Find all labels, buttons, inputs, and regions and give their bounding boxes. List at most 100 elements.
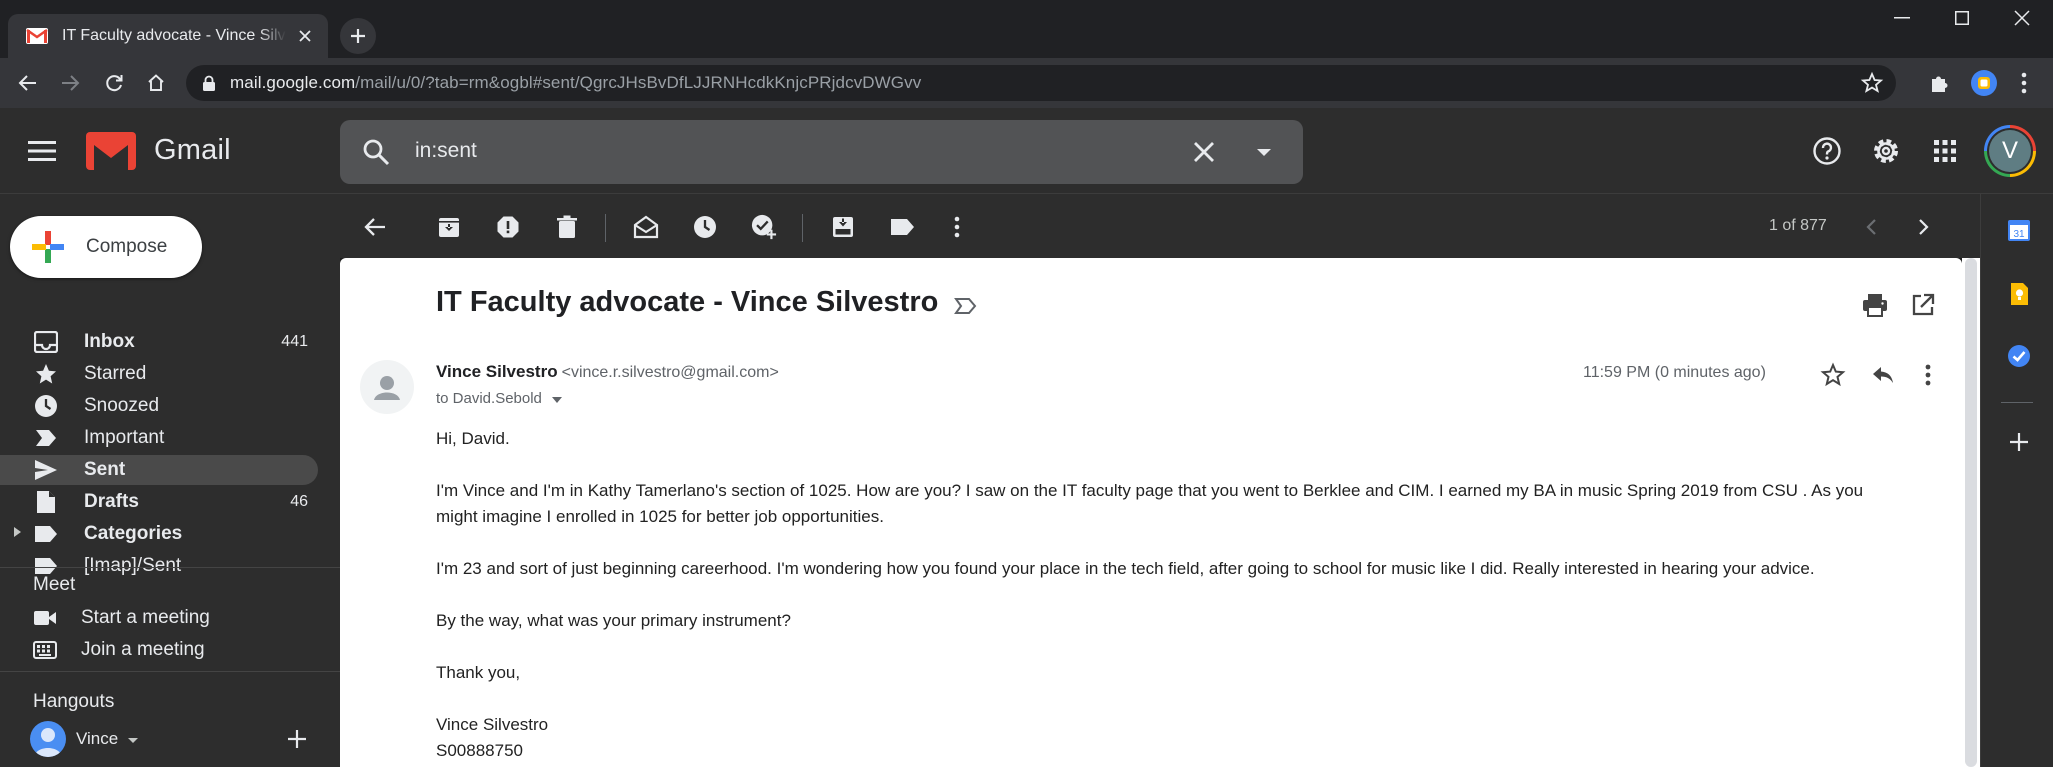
bookmark-star-icon[interactable] [1860,71,1884,95]
join-meeting-link[interactable]: Join a meeting [33,636,205,664]
pager-count: 1 of 877 [1769,217,1827,234]
main-menu-icon[interactable] [28,138,56,164]
sidebar-item-label: Important [84,427,165,448]
sender-name: Vince Silvestro [436,362,558,381]
google-apps-icon[interactable] [1928,134,1962,168]
home-icon[interactable] [140,67,172,99]
new-conversation-plus-icon[interactable] [286,728,308,750]
important-icon [34,426,58,450]
email-paragraph: I'm 23 and sort of just beginning career… [436,559,1815,578]
sidebar-item-important[interactable]: Important [0,423,318,453]
sidebar-item-sent[interactable]: Sent [0,455,318,485]
search-options-icon[interactable] [1250,138,1278,166]
compose-button[interactable]: Compose [10,216,202,278]
reply-icon[interactable] [1870,362,1896,388]
star-icon [34,362,58,386]
open-new-window-icon[interactable] [1910,292,1936,318]
forward-icon[interactable] [54,67,86,99]
meet-section-title: Meet [33,574,76,595]
sender-email: <vince.r.silvestro@gmail.com> [561,364,779,381]
settings-gear-icon[interactable] [1869,134,1903,168]
hangouts-avatar [30,721,66,757]
search-icon[interactable] [362,138,390,166]
report-spam-icon[interactable] [495,214,521,240]
mark-unread-icon[interactable] [633,214,659,240]
delete-trash-icon[interactable] [554,214,580,240]
email-body: Hi, David. I'm Vince and I'm in Kathy Ta… [436,426,1896,764]
sidebar-item-label: Inbox [84,331,135,352]
left-navigation: Compose Inbox 441 Starred Snoozed Important S… [0,194,340,767]
send-icon [34,458,58,482]
browser-tab[interactable]: IT Faculty advocate - Vince Silvestro - … [8,14,328,58]
compose-plus-icon [32,231,64,263]
gmail-logo-icon[interactable] [86,132,136,170]
get-addons-plus-icon[interactable] [2007,430,2031,454]
star-message-icon[interactable] [1820,362,1846,388]
older-chevron-right-icon[interactable] [1911,214,1937,240]
signature-name: Vince Silvestro [436,715,549,734]
gmail-header: Gmail in:sent V [0,108,2053,194]
sidebar-item-starred[interactable]: Starred [0,359,318,389]
clock-icon [34,394,58,418]
print-icon[interactable] [1862,292,1888,318]
expand-caret-icon[interactable] [14,527,21,537]
search-input[interactable]: in:sent [415,139,477,163]
email-subject: IT Faculty advocate - Vince Silvestro [436,286,939,318]
email-scrollbar[interactable] [1962,258,1980,767]
sidebar-item-snoozed[interactable]: Snoozed [0,391,318,421]
tab-close-icon[interactable] [294,25,316,47]
browser-menu-icon[interactable] [2010,69,2038,97]
more-actions-icon[interactable] [944,214,970,240]
search-bar[interactable]: in:sent [340,120,1303,184]
archive-icon[interactable] [436,214,462,240]
sidebar-item-label: Snoozed [84,395,160,416]
nav-divider [0,671,340,672]
minimize-window-icon[interactable] [1872,0,1932,36]
show-details-chevron-icon[interactable] [551,396,562,403]
reload-icon[interactable] [98,67,130,99]
svg-text:31: 31 [2013,229,2025,240]
sidebar-item-categories[interactable]: Categories [0,519,318,549]
tasks-icon[interactable] [2007,344,2031,368]
browser-tabstrip: IT Faculty advocate - Vince Silvestro - … [0,0,2053,58]
chevron-down-icon [128,737,139,743]
hangouts-user-status[interactable]: Vince [30,721,139,757]
add-to-tasks-icon[interactable] [751,214,777,240]
move-to-icon[interactable] [830,214,856,240]
email-paragraph: By the way, what was your primary instru… [436,611,791,630]
keyboard-icon [33,638,57,662]
email-paragraph: Thank you, [436,663,521,682]
recipient-details[interactable]: to David.Sebold [436,390,562,407]
profile-extension-icon[interactable] [1970,69,1998,97]
maximize-window-icon[interactable] [1932,0,1992,36]
importance-marker-icon[interactable] [954,296,978,316]
extensions-puzzle-icon[interactable] [1926,69,1954,97]
sidebar-item-label: Starred [84,363,147,384]
sidebar-item-label: Drafts [84,491,139,512]
close-window-icon[interactable] [1992,0,2052,36]
newer-chevron-left-icon[interactable] [1858,214,1884,240]
message-more-icon[interactable] [1924,362,1932,388]
sidebar-item-label: [Imap]/Sent [84,555,182,576]
help-icon[interactable] [1810,134,1844,168]
email-paragraph: I'm Vince and I'm in Kathy Tamerlano's s… [436,481,1864,526]
back-icon[interactable] [12,67,44,99]
label-icon [34,522,58,546]
back-to-list-icon[interactable] [362,214,388,240]
inbox-icon [34,330,58,354]
clear-search-icon[interactable] [1190,138,1218,166]
sidebar-item-drafts[interactable]: Drafts 46 [0,487,318,517]
hangouts-section-title: Hangouts [33,691,115,712]
email-timestamp: 11:59 PM (0 minutes ago) [1583,364,1766,381]
calendar-icon[interactable]: 31 [2007,218,2031,242]
sidebar-item-inbox[interactable]: Inbox 441 [0,327,318,357]
email-view: IT Faculty advocate - Vince Silvestro Vi… [340,258,1962,767]
snooze-clock-icon[interactable] [692,214,718,240]
scrollbar-thumb[interactable] [1965,258,1977,767]
address-bar[interactable]: mail.google.com/mail/u/0/?tab=rm&ogbl#se… [186,65,1896,101]
start-meeting-link[interactable]: Start a meeting [33,604,210,632]
account-avatar[interactable]: V [1984,125,2036,177]
keep-icon[interactable] [2007,282,2031,306]
new-tab-button[interactable] [340,18,376,54]
labels-icon[interactable] [889,214,915,240]
